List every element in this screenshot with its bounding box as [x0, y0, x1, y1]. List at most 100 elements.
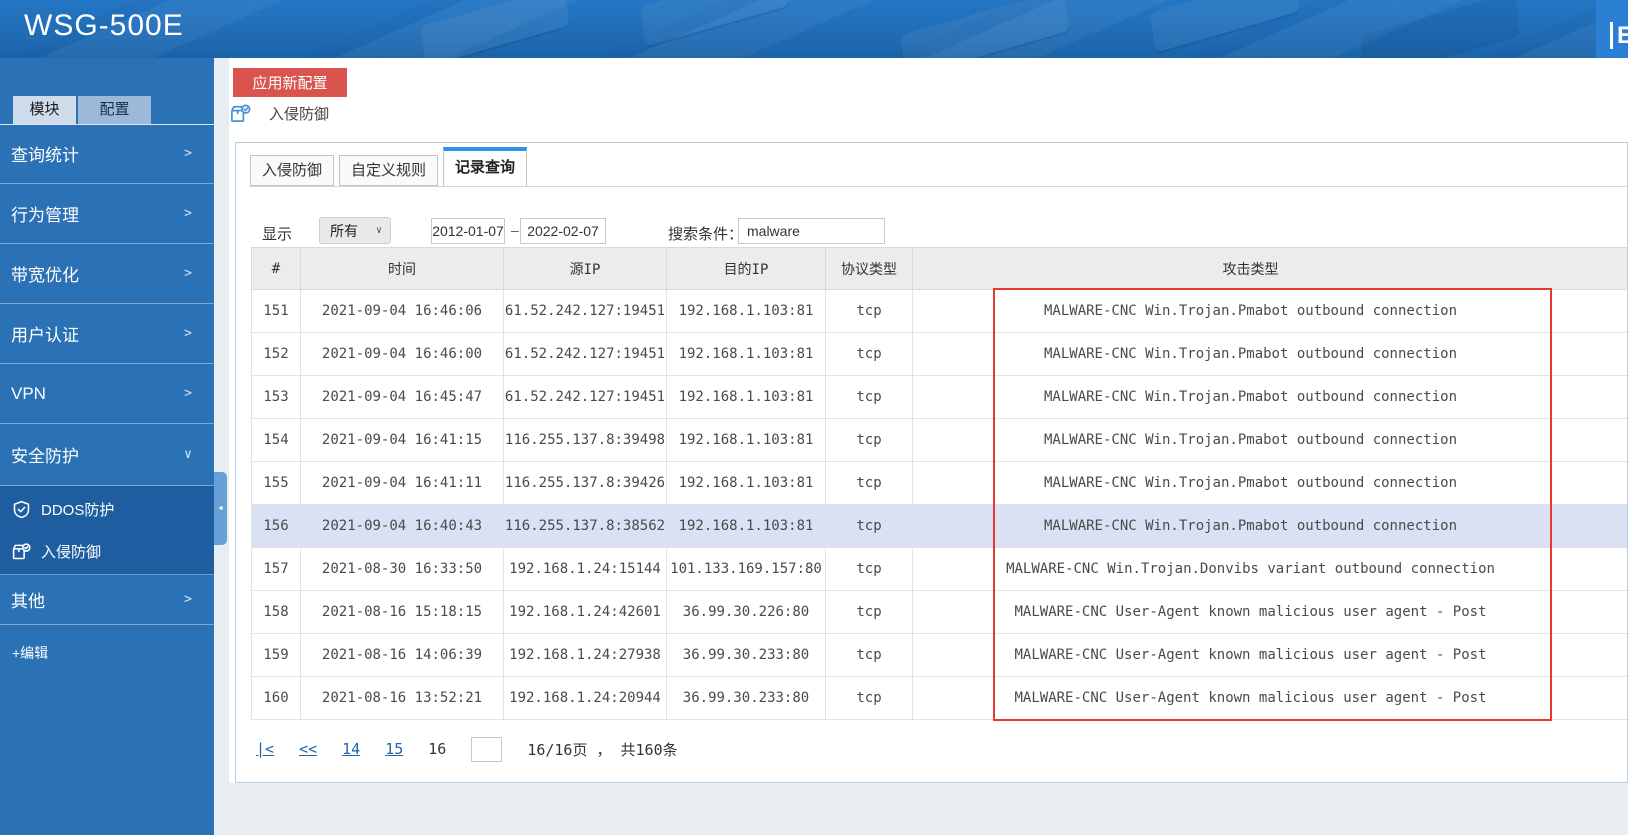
sidebar: 模块 配置 查询统计 > 行为管理 > 带宽优化 > 用户认证 > VPN > … [0, 58, 214, 835]
cell-dst-ip: 36.99.30.226:80 [666, 590, 826, 634]
col-header-time[interactable]: 时间 [300, 247, 504, 290]
content-tab[interactable]: 入侵防御 [250, 155, 335, 186]
date-from-input[interactable] [431, 218, 505, 244]
header-corner-button[interactable]: E [1610, 22, 1628, 49]
records-table: # 时间 源IP 目的IP 协议类型 攻击类型 151 2021-09-04 1… [251, 247, 1627, 720]
col-header-attack-type[interactable]: 攻击类型 [912, 247, 1627, 290]
pagination-summary: 16/16页 ， 共160条 [527, 740, 678, 759]
cell-attack-type: MALWARE-CNC Win.Trojan.Donvibs variant o… [912, 547, 1627, 591]
sidebar-item-security[interactable]: 安全防护 ∨ [0, 424, 214, 486]
table-row[interactable]: 151 2021-09-04 16:46:06 61.52.242.127:19… [251, 289, 1627, 333]
table-row[interactable]: 156 2021-09-04 16:40:43 116.255.137.8:38… [251, 504, 1627, 548]
table-row[interactable]: 157 2021-08-30 16:33:50 192.168.1.24:151… [251, 547, 1627, 591]
date-to-input[interactable] [520, 218, 606, 244]
sidebar-item-other[interactable]: 其他 > [0, 575, 214, 625]
content-tab[interactable]: 记录查询 [443, 147, 528, 186]
apply-config-button[interactable]: 应用新配置 [233, 68, 347, 97]
cell-src-ip: 116.255.137.8:39426 [503, 461, 667, 505]
table-row[interactable]: 160 2021-08-16 13:52:21 192.168.1.24:209… [251, 676, 1627, 720]
cell-dst-ip: 192.168.1.103:81 [666, 375, 826, 419]
cell-index: 157 [251, 547, 301, 591]
cell-time: 2021-09-04 16:45:47 [300, 375, 504, 419]
search-input[interactable] [738, 218, 885, 244]
cell-index: 151 [251, 289, 301, 333]
cell-attack-type: MALWARE-CNC Win.Trojan.Pmabot outbound c… [912, 461, 1627, 505]
chevron-right-icon: > [184, 206, 192, 221]
cell-attack-type: MALWARE-CNC User-Agent known malicious u… [912, 590, 1627, 634]
col-header-protocol[interactable]: 协议类型 [825, 247, 913, 290]
cell-index: 158 [251, 590, 301, 634]
keyboard-texture [900, 0, 1070, 58]
sidebar-menu-item[interactable]: 查询统计 > [0, 124, 214, 184]
page-jump-input[interactable] [471, 736, 503, 762]
table-row[interactable]: 154 2021-09-04 16:41:15 116.255.137.8:39… [251, 418, 1627, 462]
wsg-admin-screen: WSG-500E E 模块 配置 查询统计 > 行为管理 > 带宽优化 > [0, 0, 1628, 835]
chevron-right-icon: > [184, 266, 192, 281]
sidebar-menu-item[interactable]: 用户认证 > [0, 304, 214, 364]
sidebar-menu-item[interactable]: 行为管理 > [0, 184, 214, 244]
cell-attack-type: MALWARE-CNC User-Agent known malicious u… [912, 676, 1627, 720]
content-tabs: 入侵防御 自定义规则 记录查询 [250, 147, 528, 186]
cell-attack-type: MALWARE-CNC Win.Trojan.Pmabot outbound c… [912, 504, 1627, 548]
keyboard-texture [640, 0, 790, 47]
col-header-dst-ip[interactable]: 目的IP [666, 247, 826, 290]
submenu-item-label: 入侵防御 [41, 543, 102, 561]
cell-src-ip: 61.52.242.127:19451 [503, 332, 667, 376]
table-row[interactable]: 158 2021-08-16 15:18:15 192.168.1.24:426… [251, 590, 1627, 634]
cell-protocol: tcp [825, 289, 913, 333]
cell-time: 2021-08-16 15:18:15 [300, 590, 504, 634]
app-logo: WSG-500E [24, 9, 184, 42]
submenu-item-ddos[interactable]: DDOS防护 [0, 488, 214, 530]
chevron-right-icon: > [184, 386, 192, 401]
shield-check-icon [13, 500, 30, 518]
cell-dst-ip: 192.168.1.103:81 [666, 418, 826, 462]
content-panel: 入侵防御 自定义规则 记录查询 显示 所有 ∨ – 搜索条件： [235, 142, 1628, 783]
cell-protocol: tcp [825, 418, 913, 462]
cell-protocol: tcp [825, 547, 913, 591]
cell-index: 153 [251, 375, 301, 419]
cell-src-ip: 192.168.1.24:15144 [503, 547, 667, 591]
col-header-src-ip[interactable]: 源IP [503, 247, 667, 290]
content-tab[interactable]: 自定义规则 [339, 155, 439, 186]
sidebar-collapse-handle[interactable]: ◄ [214, 472, 227, 545]
show-label: 显示 [262, 226, 293, 243]
chevron-right-icon: > [184, 146, 192, 161]
sidebar-item-label: VPN [11, 383, 46, 403]
cell-attack-type: MALWARE-CNC Win.Trojan.Pmabot outbound c… [912, 289, 1627, 333]
prev-page-link[interactable]: << [299, 740, 317, 758]
cell-src-ip: 61.52.242.127:19451 [503, 289, 667, 333]
first-page-link[interactable]: |< [256, 740, 274, 758]
sidebar-item-label: 其他 [11, 592, 45, 611]
page-link[interactable]: 15 [385, 740, 403, 758]
cell-protocol: tcp [825, 676, 913, 720]
cell-protocol: tcp [825, 375, 913, 419]
chevron-right-icon: > [184, 326, 192, 341]
sidebar-item-label: 用户认证 [11, 326, 79, 345]
content-tab-label: 自定义规则 [351, 162, 427, 179]
table-row[interactable]: 153 2021-09-04 16:45:47 61.52.242.127:19… [251, 375, 1627, 419]
show-select[interactable]: 所有 ∨ [319, 217, 391, 244]
cell-dst-ip: 192.168.1.103:81 [666, 289, 826, 333]
sidebar-item-label: 带宽优化 [11, 266, 79, 285]
sidebar-tab-config[interactable]: 配置 [78, 96, 151, 124]
cell-time: 2021-09-04 16:46:06 [300, 289, 504, 333]
submenu-item-ips[interactable]: 入侵防御 [0, 530, 214, 572]
sidebar-tab-module[interactable]: 模块 [13, 96, 76, 124]
page-background [229, 783, 1628, 835]
page-link[interactable]: 14 [342, 740, 360, 758]
sidebar-menu-item[interactable]: 带宽优化 > [0, 244, 214, 304]
sidebar-menu-item[interactable]: VPN > [0, 364, 214, 424]
table-row[interactable]: 155 2021-09-04 16:41:11 116.255.137.8:39… [251, 461, 1627, 505]
pagination: |< << 14 15 16 16/16页 ， 共160条 [256, 735, 678, 763]
chevron-down-icon: ∨ [184, 447, 192, 462]
col-header-index[interactable]: # [251, 247, 301, 290]
table-row[interactable]: 159 2021-08-16 14:06:39 192.168.1.24:279… [251, 633, 1627, 677]
sidebar-edit-link[interactable]: +编辑 [12, 643, 214, 663]
cell-dst-ip: 192.168.1.103:81 [666, 504, 826, 548]
cell-time: 2021-08-30 16:33:50 [300, 547, 504, 591]
cell-time: 2021-09-04 16:46:00 [300, 332, 504, 376]
cell-attack-type: MALWARE-CNC Win.Trojan.Pmabot outbound c… [912, 332, 1627, 376]
cell-time: 2021-09-04 16:41:11 [300, 461, 504, 505]
table-row[interactable]: 152 2021-09-04 16:46:00 61.52.242.127:19… [251, 332, 1627, 376]
show-select-value: 所有 [330, 222, 358, 239]
